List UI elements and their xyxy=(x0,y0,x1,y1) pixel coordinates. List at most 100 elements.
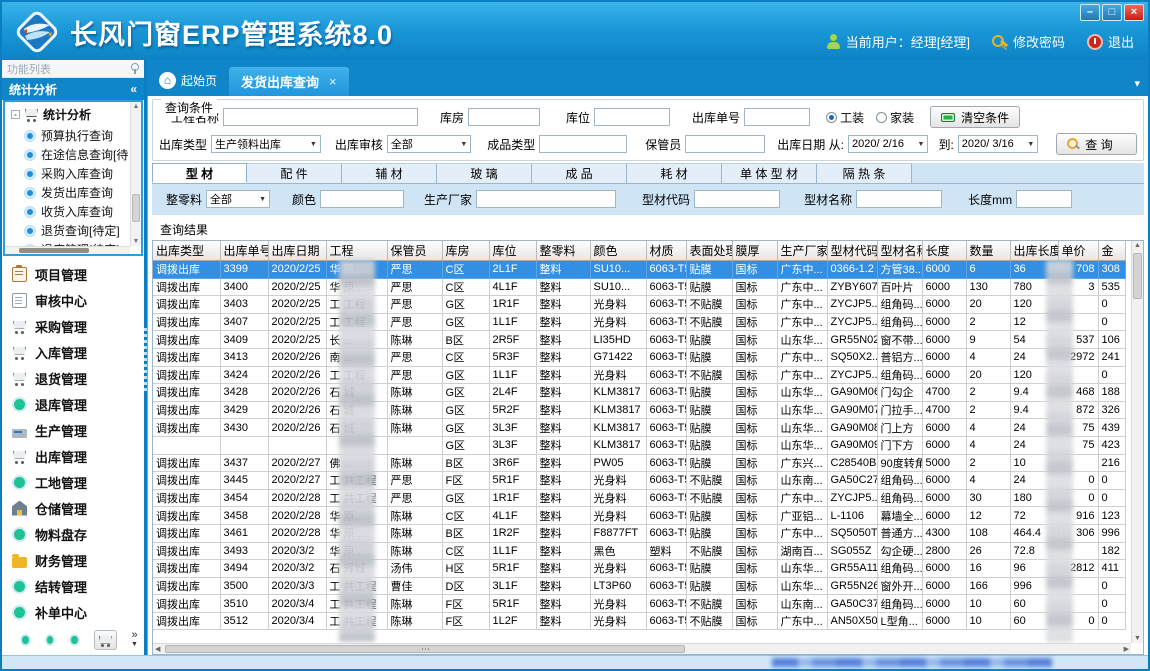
scroll-up-icon[interactable]: ▲ xyxy=(1132,242,1143,249)
table-row[interactable]: 调拨出库35102020/3/4工 共工程陈琳F区5R1F整料光身料6063-T… xyxy=(153,595,1125,613)
column-header-14[interactable]: 型材名称 xyxy=(877,241,922,261)
length-input[interactable] xyxy=(1016,190,1072,208)
column-header-2[interactable]: 出库日期 xyxy=(268,241,326,261)
sidebar-item-1[interactable]: 审核中心 xyxy=(12,287,144,313)
column-header-12[interactable]: 生产厂家 xyxy=(777,241,827,261)
logout[interactable]: 退出 xyxy=(1087,32,1134,51)
clear-conditions-button[interactable]: 清空条件 xyxy=(930,106,1020,128)
column-header-1[interactable]: 出库单号 xyxy=(220,241,268,261)
date-from-select[interactable]: 2020/ 2/16▼ xyxy=(848,135,928,153)
column-header-10[interactable]: 表面处理 xyxy=(686,241,732,261)
tab-overflow-icon[interactable]: ▾ xyxy=(1134,77,1140,90)
profile-code-input[interactable] xyxy=(694,190,780,208)
table-row[interactable]: 调拨出库34452020/2/27工 共工程严思F区5R1F整料光身料6063-… xyxy=(153,472,1125,490)
minimize-button[interactable]: – xyxy=(1080,4,1100,21)
project-name-input[interactable] xyxy=(223,108,418,126)
table-row[interactable]: G区3L3F整料KLM38176063-T5贴膜国标山东华...GA90M09.… xyxy=(153,436,1125,454)
table-row[interactable]: 调拨出库35122020/3/4工 共工程陈琳F区1L2F整料光身料6063-T… xyxy=(153,612,1125,630)
table-row[interactable]: 调拨出库34292020/2/26石 城陈琳G区5R2F整料KLM3817606… xyxy=(153,401,1125,419)
sidebar-item-9[interactable]: 仓储管理 xyxy=(12,495,144,521)
sidebar-item-8[interactable]: 工地管理 xyxy=(12,469,144,495)
sidebar-item-3[interactable]: 入库管理 xyxy=(12,339,144,365)
radio-jiazhuang[interactable] xyxy=(876,112,887,123)
product-type-input[interactable] xyxy=(539,135,627,153)
table-row[interactable]: 调拨出库33992020/2/25华 原...严思C区2L1F整料SU10...… xyxy=(153,261,1125,279)
tree-item-1[interactable]: 在途信息查询[待 xyxy=(11,145,139,164)
column-header-9[interactable]: 材质 xyxy=(646,241,686,261)
material-tab-0[interactable]: 型 材 xyxy=(152,163,247,183)
column-header-13[interactable]: 型材代码 xyxy=(827,241,877,261)
table-row[interactable]: 调拨出库34372020/2/27佛 ...陈琳B区3R6F整料PW056063… xyxy=(153,454,1125,472)
change-password[interactable]: 修改密码 xyxy=(992,32,1065,51)
dot-icon[interactable] xyxy=(69,634,80,646)
grid-horizontal-scrollbar[interactable]: ◀ ▶ xyxy=(153,643,1131,654)
material-tab-4[interactable]: 成 品 xyxy=(532,163,627,183)
material-tab-3[interactable]: 玻 璃 xyxy=(437,163,532,183)
grid-vertical-scrollbar[interactable]: ▲ ▼ xyxy=(1131,241,1143,643)
grid-vscroll-thumb[interactable] xyxy=(1133,253,1142,299)
tab-home[interactable]: ⌂ 起始页 xyxy=(153,72,229,96)
table-row[interactable]: 调拨出库34612020/2/28华 原...陈琳B区1R2F整料F8877FT… xyxy=(153,524,1125,542)
material-tab-6[interactable]: 单 体 型 材 xyxy=(722,163,817,183)
tab-close-icon[interactable]: × xyxy=(329,74,337,89)
column-header-6[interactable]: 库位 xyxy=(489,241,536,261)
sidebar-item-4[interactable]: 退货管理 xyxy=(12,365,144,391)
table-row[interactable]: 调拨出库35002020/3/3工 共工程曹佳D区3L1F整料LT3P60606… xyxy=(153,577,1125,595)
sidebar-item-2[interactable]: 采购管理 xyxy=(12,313,144,339)
tree-item-5[interactable]: 退货查询[待定] xyxy=(11,221,139,240)
maker-input[interactable] xyxy=(476,190,616,208)
table-row[interactable]: 调拨出库34092020/2/25长 ...陈琳B区2R5F整料LI35HD60… xyxy=(153,331,1125,349)
tree-item-3[interactable]: 发货出库查询 xyxy=(11,183,139,202)
search-button[interactable]: 查 询 xyxy=(1056,133,1137,155)
column-header-19[interactable]: 金 xyxy=(1098,241,1125,261)
scroll-right-icon[interactable]: ▶ xyxy=(1124,645,1129,653)
column-header-7[interactable]: 整零料 xyxy=(536,241,590,261)
tree-root[interactable]: - 统计分析 xyxy=(11,106,139,123)
scroll-left-icon[interactable]: ◀ xyxy=(155,645,160,653)
column-header-18[interactable]: 单价 xyxy=(1058,241,1098,261)
sidebar-item-6[interactable]: 生产管理 xyxy=(12,417,144,443)
table-row[interactable]: 调拨出库34032020/2/25工 工程严思G区1R1F整料光身料6063-T… xyxy=(153,296,1125,314)
column-header-3[interactable]: 工程 xyxy=(326,241,387,261)
keeper-input[interactable] xyxy=(685,135,765,153)
tree-vertical-scrollbar[interactable]: ▲ ▼ xyxy=(130,102,141,246)
column-header-17[interactable]: 出库长度 xyxy=(1010,241,1058,261)
sidebar-item-0[interactable]: 项目管理 xyxy=(12,261,144,287)
tree-item-0[interactable]: 预算执行查询 xyxy=(11,126,139,145)
profile-name-input[interactable] xyxy=(856,190,942,208)
column-header-4[interactable]: 保管员 xyxy=(387,241,442,261)
table-row[interactable]: 调拨出库34242020/2/26工 工程严思G区1L1F整料光身料6063-T… xyxy=(153,366,1125,384)
sidebar-item-7[interactable]: 出库管理 xyxy=(12,443,144,469)
order-no-input[interactable] xyxy=(744,108,810,126)
warehouse-input[interactable] xyxy=(468,108,540,126)
table-row[interactable]: 调拨出库34542020/2/28工 共工程严思G区1R1F整料光身料6063-… xyxy=(153,489,1125,507)
whole-select[interactable]: 全部▼ xyxy=(206,190,270,208)
material-tab-5[interactable]: 耗 材 xyxy=(627,163,722,183)
table-row[interactable]: 调拨出库34582020/2/28华 原...陈琳C区4L1F整料光身料6063… xyxy=(153,507,1125,525)
column-header-11[interactable]: 膜厚 xyxy=(732,241,777,261)
location-input[interactable] xyxy=(594,108,670,126)
sidebar-item-5[interactable]: 退库管理 xyxy=(12,391,144,417)
audit-select[interactable]: 全部▼ xyxy=(387,135,471,153)
column-header-5[interactable]: 库房 xyxy=(442,241,489,261)
sidebar-item-12[interactable]: 结转管理 xyxy=(12,573,144,599)
tree-expander-icon[interactable]: - xyxy=(11,110,20,119)
table-row[interactable]: 调拨出库34002020/2/25华 原...严思C区4L1F整料SU10...… xyxy=(153,278,1125,296)
column-header-16[interactable]: 数量 xyxy=(966,241,1010,261)
tab-outbound-query[interactable]: 发货出库查询 × xyxy=(229,67,349,96)
collapse-icon[interactable]: « xyxy=(130,82,137,96)
tree-item-4[interactable]: 收货入库查询 xyxy=(11,202,139,221)
scroll-up-icon[interactable]: ▲ xyxy=(131,103,141,110)
column-header-8[interactable]: 颜色 xyxy=(590,241,646,261)
column-header-15[interactable]: 长度 xyxy=(922,241,966,261)
dot-icon[interactable] xyxy=(45,634,56,646)
scroll-down-icon[interactable]: ▼ xyxy=(131,238,141,245)
tree-horizontal-scrollbar[interactable] xyxy=(5,246,130,254)
tree-hscroll-thumb[interactable] xyxy=(19,248,89,253)
sidebar-item-11[interactable]: 财务管理 xyxy=(12,547,144,573)
cart-button[interactable] xyxy=(94,630,117,650)
table-row[interactable]: 调拨出库34302020/2/26石 城陈琳G区3L3F整料KLM3817606… xyxy=(153,419,1125,437)
maximize-button[interactable]: □ xyxy=(1102,4,1122,21)
table-row[interactable]: 调拨出库34932020/3/2华 原...陈琳C区1L1F整料黑色塑料不贴膜国… xyxy=(153,542,1125,560)
material-tab-7[interactable]: 隔 热 条 xyxy=(817,163,912,183)
